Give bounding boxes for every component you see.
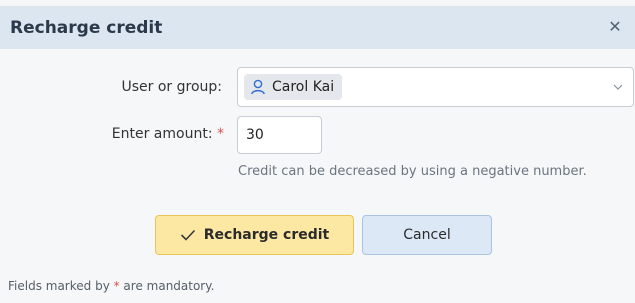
mandatory-fields-note: Fields marked by * are mandatory. — [8, 279, 215, 293]
user-icon — [251, 79, 265, 95]
selected-user-name: Carol Kai — [272, 79, 335, 95]
dialog-title-bar: Recharge credit ✕ — [0, 6, 635, 49]
cancel-button[interactable]: Cancel — [362, 215, 492, 255]
user-or-group-select[interactable]: Carol Kai — [237, 67, 634, 107]
chevron-down-icon[interactable] — [611, 80, 625, 94]
user-or-group-label: User or group: — [121, 79, 222, 95]
enter-amount-label: Enter amount: * — [111, 126, 224, 142]
required-star: * — [217, 126, 224, 142]
cancel-button-label: Cancel — [403, 227, 451, 243]
selected-user-chip[interactable]: Carol Kai — [244, 74, 343, 100]
close-icon[interactable]: ✕ — [605, 17, 625, 37]
recharge-credit-dialog: Recharge credit ✕ User or group: Carol K… — [0, 0, 635, 303]
recharge-credit-button[interactable]: Recharge credit — [155, 215, 354, 255]
check-icon — [180, 229, 195, 241]
amount-input[interactable] — [237, 116, 322, 154]
recharge-credit-button-label: Recharge credit — [203, 227, 330, 243]
amount-hint: Credit can be decreased by using a negat… — [238, 164, 587, 179]
dialog-title: Recharge credit — [10, 18, 163, 38]
